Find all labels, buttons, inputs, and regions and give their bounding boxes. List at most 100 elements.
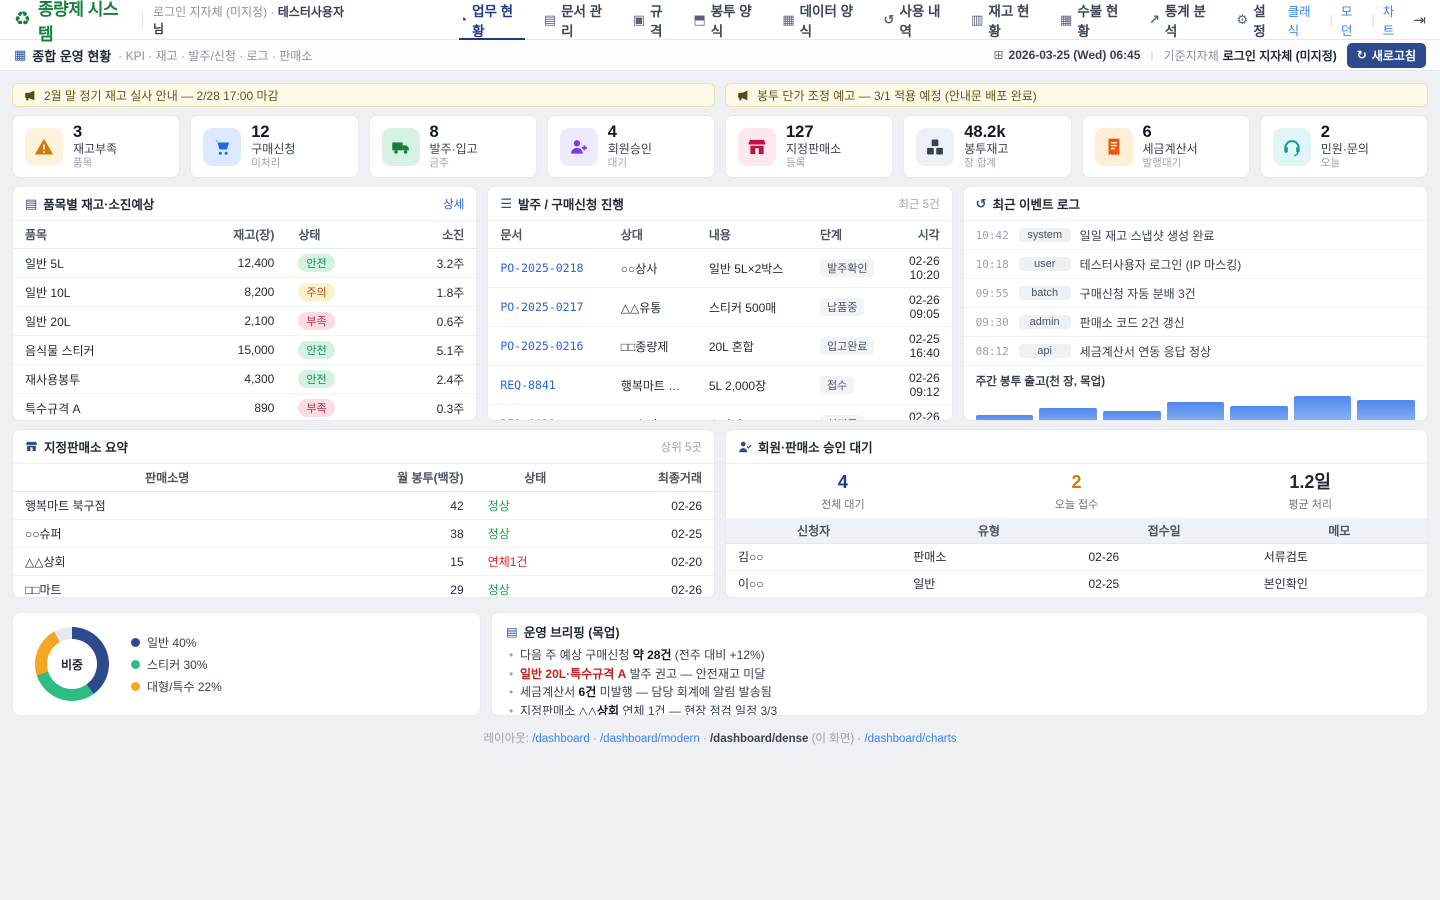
store-status: 정상 — [488, 527, 510, 541]
kpi-sublabel: 품목 — [73, 157, 117, 170]
detail-link[interactable]: 상세 — [443, 196, 464, 212]
bar-tue — [1039, 408, 1097, 421]
table-row: 재사용봉투4,300안전2.4주 — [13, 365, 476, 394]
status-badge: 부족 — [298, 312, 334, 330]
weekly-output-chart: 주간 봉투 출고(천 장, 목업) 월 화 수 목 금 토 — [964, 366, 1427, 421]
kpi-sublabel: 발행대기 — [1143, 157, 1198, 170]
legend-item: 일반 40% — [131, 634, 222, 651]
stage-badge: 처리중 — [820, 415, 864, 421]
doc-link[interactable]: PO-2025-0216 — [488, 327, 608, 366]
logout-icon[interactable]: ⇥ — [1413, 11, 1426, 29]
list-item: 세금계산서 6건 미발행 — 담당 회계에 알림 발송됨 — [506, 683, 1413, 702]
table-row: PO-2025-0216□□종량제20L 혼합입고완료02-25 16:40 — [488, 327, 951, 366]
chart-title: 주간 봉투 출고(천 장, 목업) — [976, 373, 1415, 389]
datetime: ⊞ 2026-03-25 (Wed) 06:45 — [993, 48, 1140, 62]
stage-badge: 입고완료 — [820, 337, 874, 355]
kpi-sublabel: 미처리 — [251, 157, 295, 170]
nav-tab-usage-history[interactable]: ↺사용 내역 — [884, 0, 953, 40]
boxes-icon — [925, 137, 945, 157]
nav-tab-settings[interactable]: ⚙설정 — [1237, 0, 1278, 40]
warning-icon — [34, 137, 54, 157]
app-title: 종량제 시스템 — [38, 0, 132, 45]
gear-icon: ⚙ — [1237, 12, 1249, 28]
table-row: 음식물 스티커15,000안전5.1주 — [13, 336, 476, 365]
status-badge: 안전 — [298, 370, 334, 388]
layout-link-dashboard[interactable]: /dashboard — [532, 733, 590, 745]
kpi-label: 발주·입고 — [430, 142, 478, 157]
stores-summary-panel: 지정판매소 요약 상위 5곳 판매소명 월 봉투(백장) 상태 최종거래 행복마… — [12, 429, 715, 598]
orders-progress-panel: ☰발주 / 구매신청 진행 최근 5건 문서 상대 내용 단계 시각 PO-20… — [487, 186, 952, 421]
nav-tab-work-status[interactable]: ◔업무 현황 — [459, 0, 525, 40]
list-icon: ☰ — [500, 196, 512, 212]
table-row: 일반 10L8,200주의1.8주 — [13, 278, 476, 307]
kpi-card-designated-stores[interactable]: 127지정판매소등록 — [725, 115, 893, 178]
doc-link[interactable]: REQ-8841 — [488, 366, 608, 405]
nav-tab-documents[interactable]: ▤문서 관리 — [544, 0, 614, 40]
nav-tab-transfer-status[interactable]: ▦수불 현황 — [1060, 0, 1130, 40]
kpi-sublabel: 등록 — [786, 157, 841, 170]
doc-link[interactable]: REQ-8839 — [488, 405, 608, 422]
kpi-card-low-stock[interactable]: 3재고부족품목 — [12, 115, 180, 178]
kpi-sublabel: 오늘 — [1321, 157, 1369, 170]
notice-banner-price-change: 봉투 단가 조정 예고 — 3/1 적용 예정 (안내문 배포 완료) — [725, 83, 1428, 107]
layout-link-modern[interactable]: /dashboard/modern — [600, 733, 700, 745]
table-row: 김○○판매소02-26서류검토 — [726, 543, 1427, 570]
kpi-label: 회원승인 — [608, 142, 652, 157]
kpi-card-member-approvals[interactable]: 4회원승인대기 — [547, 115, 715, 178]
headset-icon — [1282, 137, 1302, 157]
theme-link-modern[interactable]: 모던 — [1341, 1, 1364, 39]
kpi-card-orders-inbound[interactable]: 8발주·입고금주 — [369, 115, 537, 178]
doc-link[interactable]: PO-2025-0218 — [488, 249, 608, 288]
sub-header: ▦ 종합 운영 현황 · KPI · 재고 · 발주/신청 · 로그 · 판매소… — [0, 40, 1440, 71]
table-row: PO-2025-0218○○상사일반 5L×2박스발주확인02-26 10:20 — [488, 249, 951, 288]
nav-tab-specs[interactable]: ▣규격 — [633, 0, 675, 40]
doc-link[interactable]: PO-2025-0217 — [488, 288, 608, 327]
bar-wed — [1103, 411, 1161, 421]
inventory-table: 품목 재고(장) 상태 소진 일반 5L12,400안전3.2주 일반 10L8… — [13, 221, 476, 421]
kpi-card-tax-invoices[interactable]: 6세금계산서발행대기 — [1082, 115, 1250, 178]
document-icon: ▤ — [544, 12, 556, 28]
legend-item: 스티커 30% — [131, 656, 222, 673]
note-icon: ▤ — [506, 624, 518, 639]
brand[interactable]: ♻ 종량제 시스템 — [14, 0, 132, 45]
nav-tab-inventory-status[interactable]: ▥재고 현황 — [971, 0, 1041, 40]
megaphone-icon — [23, 89, 36, 102]
kpi-card-purchase-requests[interactable]: 12구매신청미처리 — [190, 115, 358, 178]
list-item: 08:12api세금계산서 연동 응답 정상 — [964, 337, 1427, 366]
nav-tab-data-forms[interactable]: ▦데이터 양식 — [782, 0, 864, 40]
kpi-card-bag-inventory[interactable]: 48.2k봉투재고장 합계 — [903, 115, 1071, 178]
layout-link-charts[interactable]: /dashboard/charts — [864, 733, 956, 745]
refresh-button[interactable]: ↻ 새로고침 — [1347, 43, 1426, 68]
notice-banners: 2월 말 정기 재고 실사 안내 — 2/28 17:00 마감 봉투 단가 조… — [12, 83, 1428, 107]
kpi-value: 4 — [608, 123, 652, 142]
panel-title: 발주 / 구매신청 진행 — [518, 194, 624, 213]
event-tag: admin — [1019, 315, 1071, 329]
legend-dot — [131, 682, 140, 691]
bar-mon — [976, 415, 1034, 421]
donut-legend: 일반 40% 스티커 30% 대형/특수 22% — [131, 634, 222, 695]
share-donut: 비중 — [35, 627, 109, 701]
recycle-icon: ♻ — [14, 10, 31, 29]
divider — [142, 12, 143, 28]
theme-link-chart[interactable]: 차트 — [1383, 1, 1406, 39]
breadcrumb: · KPI · 재고 · 발주/신청 · 로그 · 판매소 — [118, 47, 312, 64]
top-navbar: ♻ 종량제 시스템 로그인 지자체 (미지정) · 테스터사용자님 ◔업무 현황… — [0, 0, 1440, 40]
table-row: 일반 20L2,100부족0.6주 — [13, 307, 476, 336]
legend-item: 대형/특수 22% — [131, 678, 222, 695]
list-item: 지정판매소 △△상회 연체 1건 — 현장 점검 일정 3/3 — [506, 702, 1413, 717]
theme-link-classic[interactable]: 클래식 — [1288, 1, 1322, 39]
store-icon — [25, 440, 38, 453]
donut-center-label: 비중 — [35, 627, 109, 701]
nav-tab-bag-forms[interactable]: ⬒봉투 양식 — [693, 0, 763, 40]
chart-icon: ↗ — [1149, 12, 1160, 28]
recent-count-label: 최근 5건 — [898, 196, 939, 212]
nav-tab-statistics[interactable]: ↗통계 분석 — [1149, 0, 1218, 40]
panel-title: 지정판매소 요약 — [44, 437, 128, 456]
kpi-card-complaints[interactable]: 2민원·문의오늘 — [1260, 115, 1428, 178]
package-icon: ▣ — [633, 12, 645, 28]
table-row: 박○○판매소02-25주소불일치 — [726, 597, 1427, 598]
stat-total-pending: 4 — [726, 472, 960, 494]
panel-title: 품목별 재고·소진예상 — [43, 194, 154, 213]
receipt-icon — [1104, 137, 1124, 157]
table-row: REQ-8841행복마트 북...5L 2,000장접수02-26 09:12 — [488, 366, 951, 405]
